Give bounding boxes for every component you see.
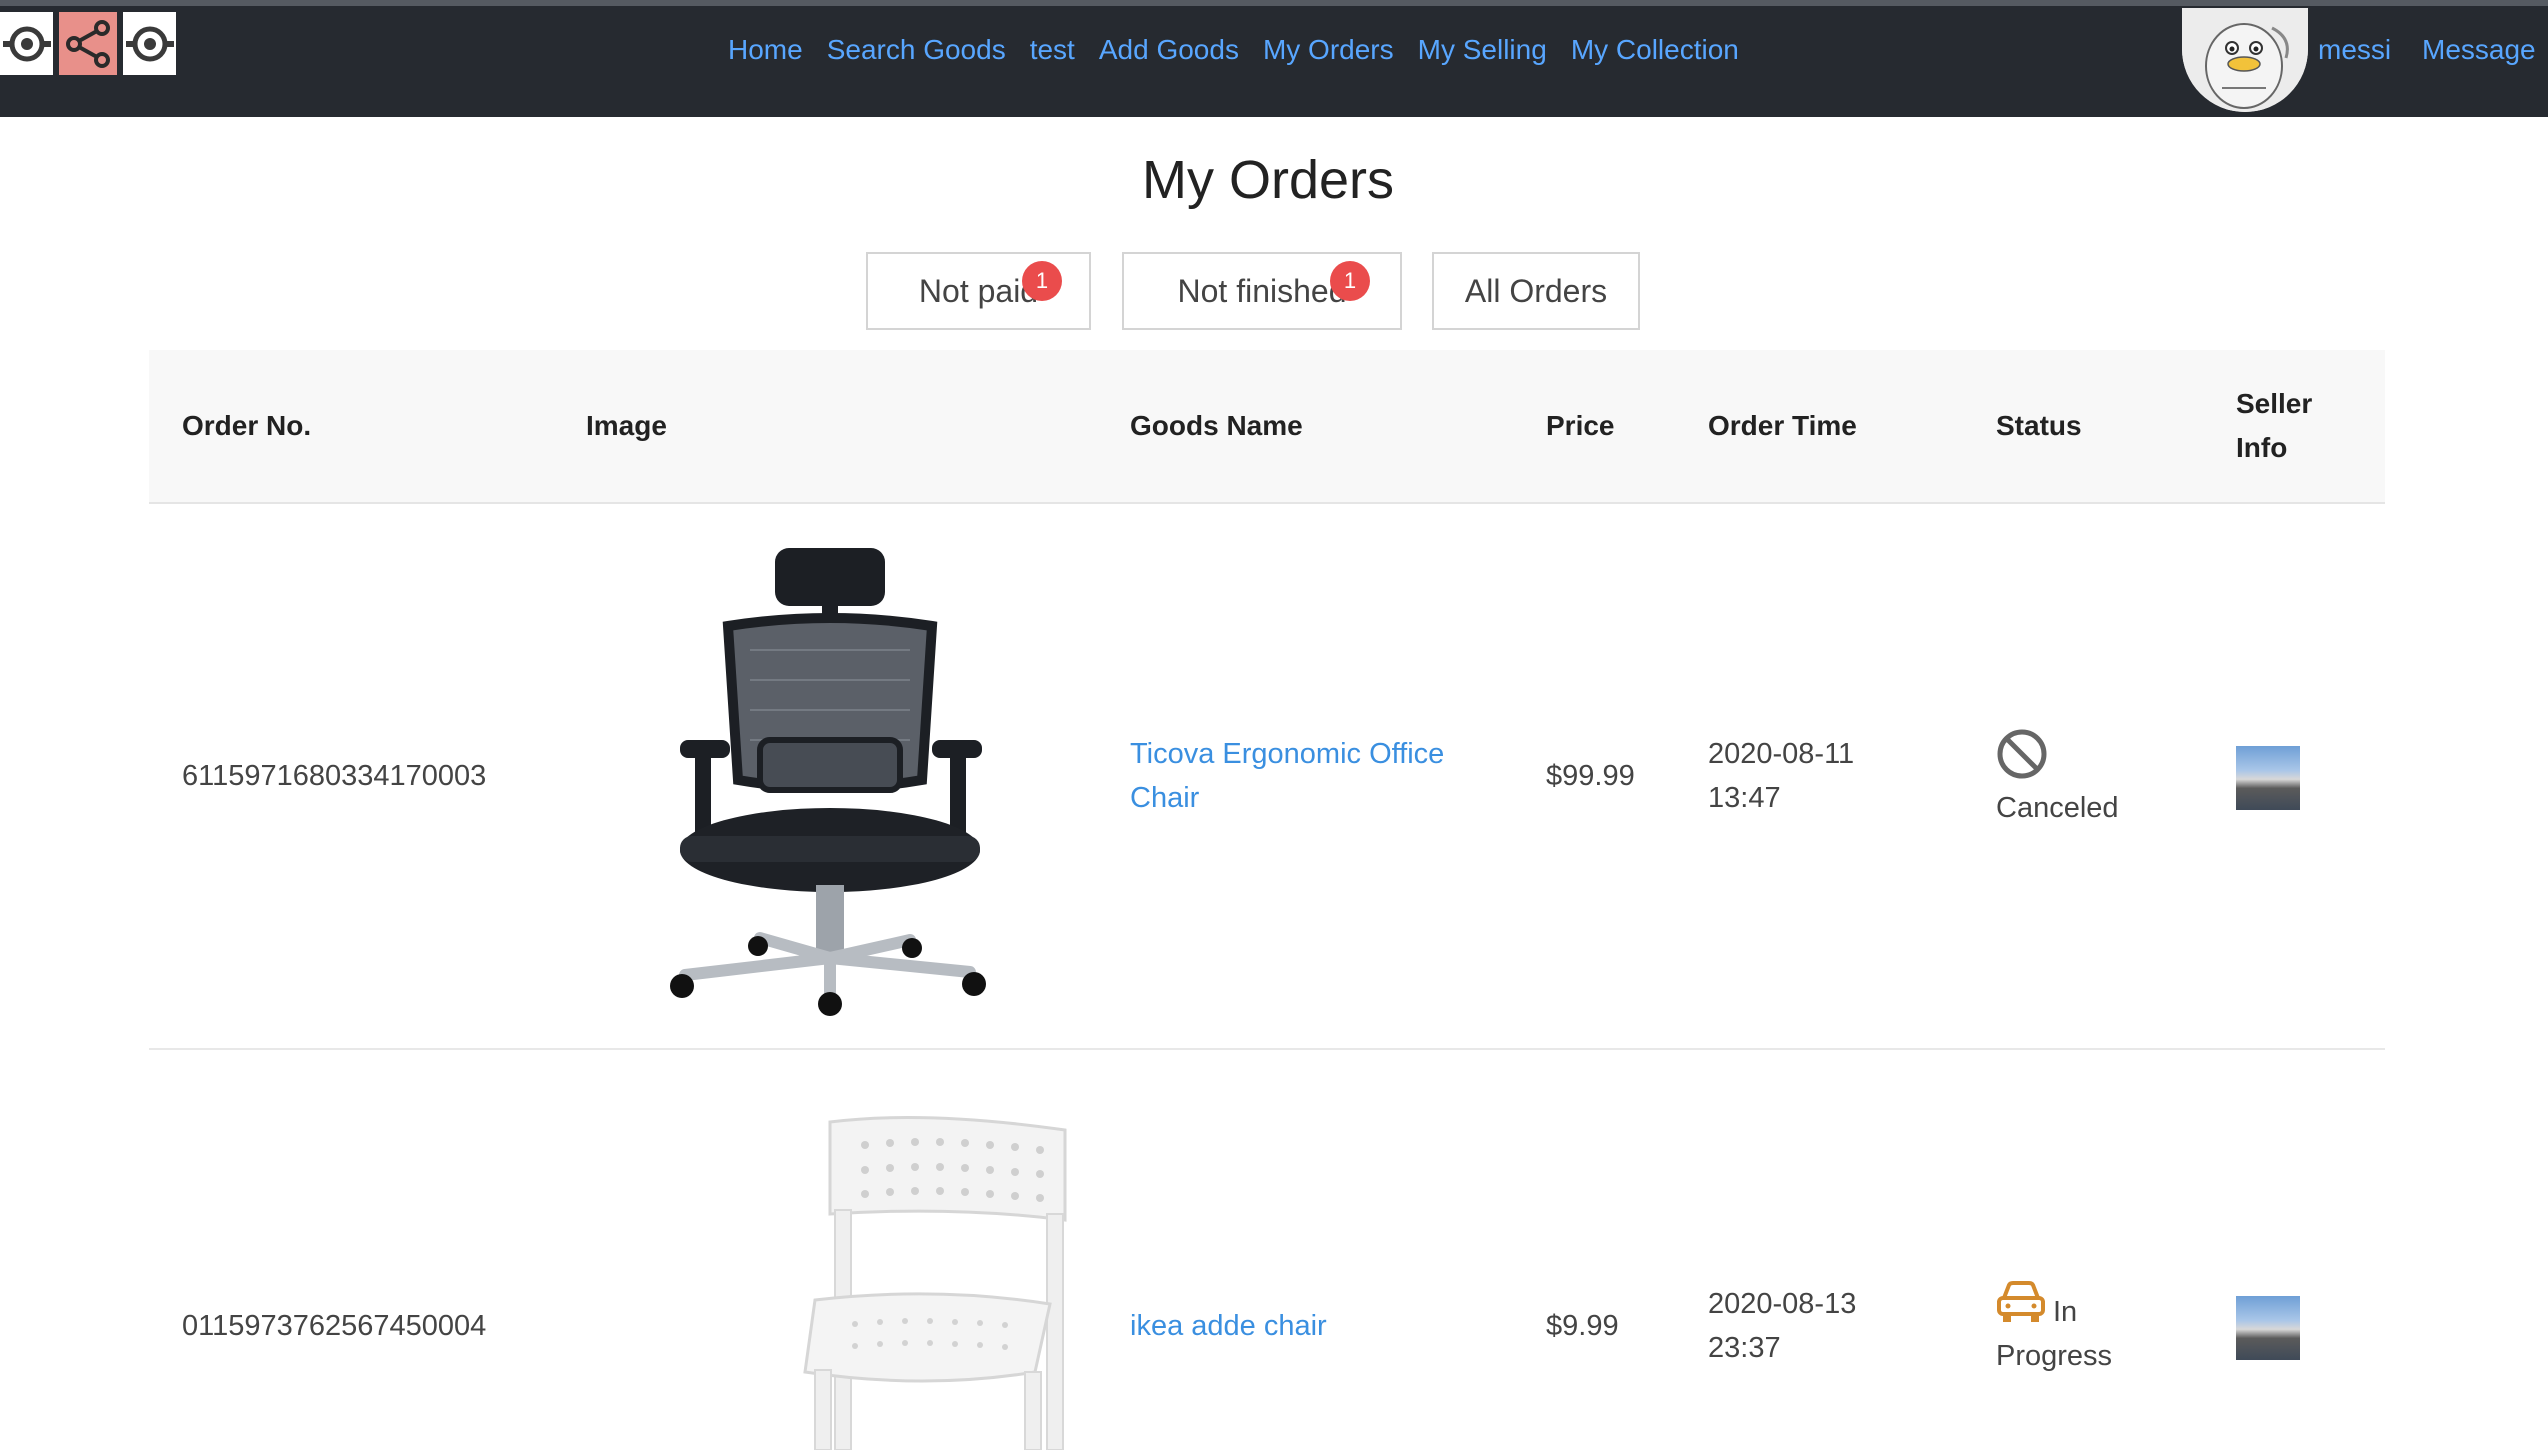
table-header: Order No. Image Goods Name Price Order T… <box>149 350 2385 504</box>
goods-name-line: Ticova Ergonomic Office <box>1130 738 1445 770</box>
top-navbar: Home Search Goods test Add Goods My Orde… <box>0 0 2548 117</box>
table-row: 6115971680334170003 Ticova Ergonomic Off… <box>149 504 2385 1050</box>
seller-info-image[interactable] <box>2236 1296 2300 1360</box>
nav-test[interactable]: test <box>1030 28 1075 72</box>
order-number: 0115973762567450004 <box>182 1310 487 1342</box>
nav-home[interactable]: Home <box>728 28 803 72</box>
order-number: 6115971680334170003 <box>182 760 487 792</box>
avatar[interactable] <box>2182 8 2308 112</box>
order-clock-time: 23:37 <box>1708 1332 1781 1364</box>
header-goods-name: Goods Name <box>1130 410 1303 441</box>
share-logo-icon <box>59 12 117 75</box>
gear-logo-icon <box>0 12 53 75</box>
filter-label: Not finished <box>1177 272 1347 309</box>
delivery-car-icon <box>1996 1280 2046 1329</box>
header-seller: Seller <box>2236 388 2313 419</box>
goods-image[interactable] <box>655 1110 1085 1451</box>
order-date: 2020-08-11 <box>1708 738 1855 770</box>
goods-name-link[interactable]: Ticova Ergonomic Office Chair <box>1130 732 1444 820</box>
header-info: Info <box>2236 432 2288 463</box>
order-time: 2020-08-11 13:47 <box>1708 732 1854 820</box>
order-time: 2020-08-13 23:37 <box>1708 1282 1856 1370</box>
filter-all-orders-button[interactable]: All Orders <box>1432 252 1640 330</box>
status-text: Progress <box>1996 1340 2113 1372</box>
filter-not-finished-button[interactable]: Not finished 1 <box>1122 252 1402 330</box>
header-order-time: Order Time <box>1708 410 1857 441</box>
site-logo[interactable] <box>0 12 176 75</box>
price: $9.99 <box>1546 1310 1619 1342</box>
filter-label: Not paid <box>918 272 1039 309</box>
status-text: Canceled <box>1996 792 2119 824</box>
order-date: 2020-08-13 <box>1708 1288 1857 1320</box>
header-price: Price <box>1546 410 1615 441</box>
user-name-link[interactable]: messi <box>2318 28 2391 72</box>
filter-not-paid-button[interactable]: Not paid 1 <box>866 252 1091 330</box>
goods-image[interactable] <box>610 540 1110 1016</box>
status-text: In <box>2053 1296 2078 1328</box>
table-row: 0115973762567450004 ikea adde chair $9.9… <box>149 1050 2385 1451</box>
price: $99.99 <box>1546 760 1635 792</box>
gear-logo-icon <box>123 12 176 75</box>
message-link[interactable]: Message <box>2422 28 2536 72</box>
ban-icon <box>1996 728 2048 785</box>
count-badge: 1 <box>1022 261 1062 301</box>
nav-my-selling[interactable]: My Selling <box>1418 28 1547 72</box>
goods-name-link[interactable]: ikea adde chair <box>1130 1304 1327 1348</box>
nav-my-collection[interactable]: My Collection <box>1571 28 1739 72</box>
page-title: My Orders <box>1141 150 1395 210</box>
header-order-no: Order No. <box>182 410 312 441</box>
nav-add-goods[interactable]: Add Goods <box>1099 28 1239 72</box>
orders-table: Order No. Image Goods Name Price Order T… <box>149 350 2385 1451</box>
filter-label: All Orders <box>1464 272 1608 309</box>
main-nav: Home Search Goods test Add Goods My Orde… <box>728 28 1763 72</box>
goods-name-line: Chair <box>1130 782 1200 814</box>
nav-search-goods[interactable]: Search Goods <box>827 28 1006 72</box>
header-image: Image <box>586 410 667 441</box>
seller-info-image[interactable] <box>2236 746 2300 810</box>
header-status: Status <box>1996 410 2082 441</box>
order-clock-time: 13:47 <box>1708 782 1781 814</box>
count-badge: 1 <box>1330 261 1370 301</box>
nav-my-orders[interactable]: My Orders <box>1263 28 1394 72</box>
